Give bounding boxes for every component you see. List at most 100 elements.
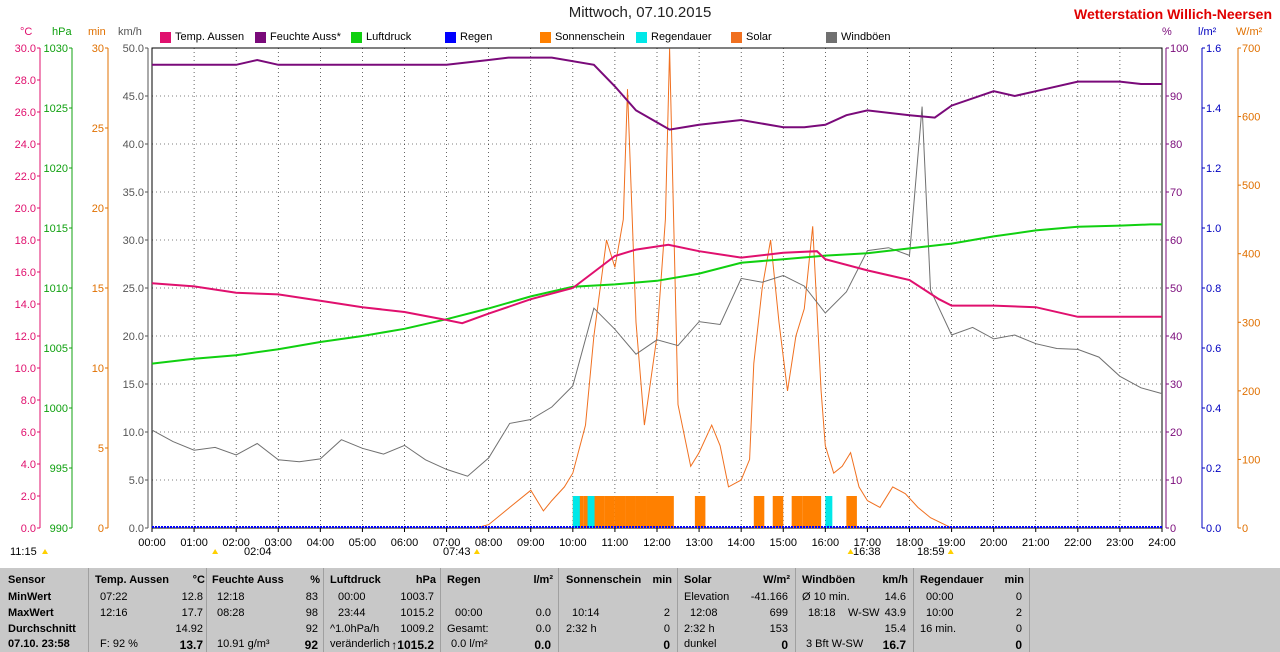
label-sensor: Sensor — [8, 574, 46, 586]
stats-sunshine: Sonnenschein min 10:14 2 2:32 h 0 0 — [566, 574, 672, 652]
temp-tick-label: 24.0 — [15, 139, 36, 151]
rain-tick-label: 0.6 — [1206, 343, 1221, 355]
label-avg: Durchschnitt — [8, 623, 76, 635]
wind-tick-label: 50.0 — [123, 43, 144, 55]
sunshine-bar — [753, 496, 765, 528]
humidity-tick-label: 10 — [1170, 475, 1182, 487]
humidity-tick-label: 0 — [1170, 523, 1176, 535]
humidity-unit: % — [1162, 26, 1172, 38]
pressure-tick-label: 1030 — [44, 43, 68, 55]
wind-tick-label: 20.0 — [123, 331, 144, 343]
pressure-tick-label: 1020 — [44, 163, 68, 175]
x-tick-label: 08:00 — [475, 537, 503, 549]
weather-chart: 00:00 01:00 02:00 03:00 04:00 05:00 06:00 07:00… — [15, 43, 1260, 554]
sunshine-tick-label: 25 — [92, 123, 104, 135]
label-max: MaxWert — [8, 607, 54, 619]
temp-tick-label: 20.0 — [15, 203, 36, 215]
pressure-tick-label: 1025 — [44, 103, 68, 115]
humidity-tick-label: 40 — [1170, 331, 1182, 343]
x-tick-label: 06:00 — [391, 537, 419, 549]
x-tick-label: 05:00 — [349, 537, 377, 549]
wind-unit: km/h — [118, 26, 142, 38]
x-tick-label: 21:00 — [1022, 537, 1050, 549]
rainduration-bar — [572, 496, 580, 528]
humidity-tick-label: 60 — [1170, 235, 1182, 247]
wind-tick-label: 45.0 — [123, 91, 144, 103]
legend-humidity: Feuchte Auss* — [255, 31, 341, 43]
temp-max-marker: 16:38 — [853, 546, 881, 558]
sunshine-bar — [646, 496, 657, 528]
x-tick-label: 15:00 — [769, 537, 797, 549]
solar-tick-label: 200 — [1242, 386, 1260, 398]
wind-tick-label: 5.0 — [129, 475, 144, 487]
pressure-tick-label: 990 — [50, 523, 68, 535]
rainduration-bar — [825, 496, 833, 528]
temp-tick-label: 16.0 — [15, 267, 36, 279]
stats-pressure: Luftdruck hPa 00:00 1003.7 23:44 1015.2 … — [330, 574, 436, 652]
x-tick-label: 16:00 — [812, 537, 840, 549]
legend-rain: Regen — [445, 31, 492, 43]
temp-tick-label: 26.0 — [15, 107, 36, 119]
rain-unit: l/m² — [1198, 26, 1217, 38]
rain-tick-label: 0.0 — [1206, 523, 1221, 535]
sunshine-tick-label: 30 — [92, 43, 104, 55]
sunshine-bar — [810, 496, 822, 528]
legend-solar: Solar — [731, 31, 772, 43]
solar-unit: W/m² — [1236, 26, 1263, 38]
x-tick-label: 04:00 — [307, 537, 335, 549]
temp-min-marker: 02:04 — [244, 546, 272, 558]
wind-tick-label: 40.0 — [123, 139, 144, 151]
rain-tick-label: 1.2 — [1206, 163, 1221, 175]
sunshine-tick-label: 5 — [98, 443, 104, 455]
x-tick-label: 22:00 — [1064, 537, 1092, 549]
legend-wind: Windböen — [826, 31, 891, 43]
x-tick-label: 24:00 — [1148, 537, 1176, 549]
label-min: MinWert — [8, 591, 52, 603]
x-tick-label: 13:00 — [685, 537, 713, 549]
temp-tick-label: 8.0 — [21, 395, 36, 407]
temp-tick-label: 18.0 — [15, 235, 36, 247]
temp-min-arrow — [212, 549, 219, 554]
humidity-tick-label: 90 — [1170, 91, 1182, 103]
sunshine-bar — [772, 496, 784, 528]
solar-tick-label: 400 — [1242, 249, 1260, 261]
temp-tick-label: 2.0 — [21, 491, 36, 503]
sunshine-tick-label: 15 — [92, 283, 104, 295]
pressure-tick-label: 1000 — [44, 403, 68, 415]
wind-tick-label: 15.0 — [123, 379, 144, 391]
solar-tick-label: 600 — [1242, 112, 1260, 124]
temp-tick-label: 30.0 — [15, 43, 36, 55]
pressure-unit: hPa — [52, 26, 72, 38]
x-tick-label: 12:00 — [643, 537, 671, 549]
solar-tick-label: 0 — [1242, 523, 1248, 535]
sunshine-tick-label: 0 — [98, 523, 104, 535]
x-tick-label: 10:00 — [559, 537, 587, 549]
sunset-arrow — [947, 549, 954, 554]
stats-temp: Temp. Aussen °C 07:22 12.8 12:16 17.7 14… — [95, 574, 205, 652]
sunrise-arrow — [473, 549, 480, 554]
legend-rainduration: Regendauer — [636, 31, 712, 43]
stats-humidity: Feuchte Auss % 12:18 83 08:28 98 92 10.9… — [212, 574, 320, 652]
temp-tick-label: 4.0 — [21, 459, 36, 471]
temp-tick-label: 0.0 — [21, 523, 36, 535]
sunshine-bar — [791, 496, 803, 528]
stats-rain: Regen l/m² 00:00 0.0 Gesamt: 0.0 0.0 l/m… — [447, 574, 553, 652]
sunshine-bar — [663, 496, 674, 528]
sunshine-tick-label: 10 — [92, 363, 104, 375]
wind-tick-label: 0.0 — [129, 523, 144, 535]
humidity-tick-label: 20 — [1170, 427, 1182, 439]
rain-tick-label: 0.2 — [1206, 463, 1221, 475]
pressure-tick-label: 995 — [50, 463, 68, 475]
sunshine-bar — [635, 496, 647, 528]
x-tick-label: 20:00 — [980, 537, 1008, 549]
x-tick-label: 23:00 — [1106, 537, 1134, 549]
sunshine-bar — [846, 496, 857, 528]
rain-tick-label: 1.4 — [1206, 103, 1221, 115]
temp-tick-label: 14.0 — [15, 299, 36, 311]
sunset-marker: 18:59 — [917, 546, 945, 558]
stats-rainduration: Regendauer min 00:00 0 10:00 2 16 min. 0… — [920, 574, 1024, 652]
solar-tick-label: 100 — [1242, 454, 1260, 466]
pressure-tick-label: 1010 — [44, 283, 68, 295]
legend-temp: Temp. Aussen — [160, 31, 244, 43]
wind-tick-label: 25.0 — [123, 283, 144, 295]
